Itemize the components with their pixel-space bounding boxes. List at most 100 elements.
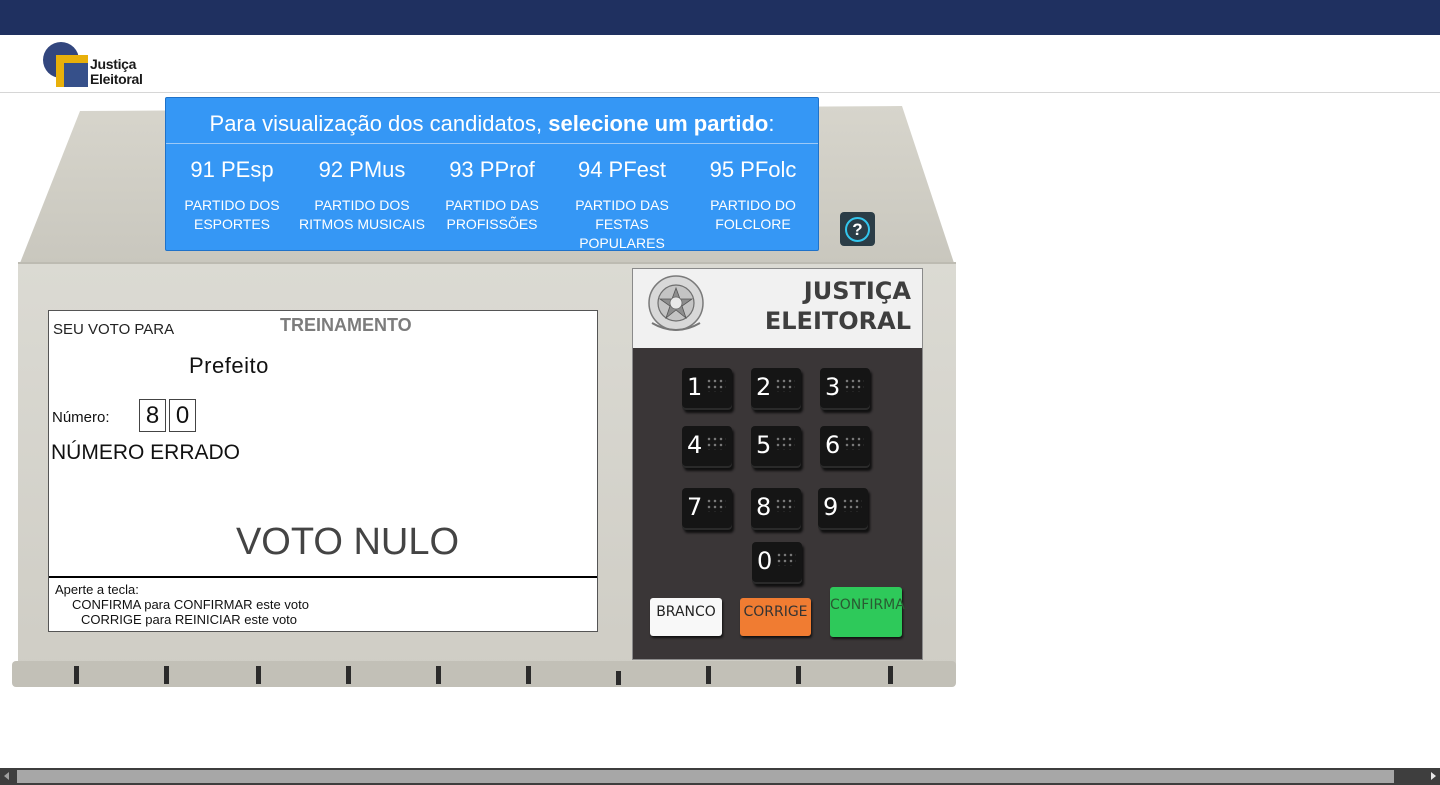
braille-dots [775,378,795,392]
party-option-pmus[interactable]: 92 PMus PARTIDO DOS RITMOS MUSICAIS [297,154,427,234]
vote-for-label: SEU VOTO PARA [53,321,175,338]
key-label: 9 [823,493,839,521]
party-title-prefix: Para visualização dos candidatos, [209,111,549,136]
party-code: 95 PFolc [709,157,797,182]
instruction-line: CONFIRMA para CONFIRMAR este voto [72,597,309,612]
key-label: 7 [687,493,703,521]
party-option-pfest[interactable]: 94 PFest PARTIDO DAS FESTAS POPULARES [557,154,687,253]
key-label: 8 [756,493,772,521]
vent [256,666,261,684]
instruction-line: Aperte a tecla: [55,582,139,597]
party-name-line-2: RITMOS MUSICAIS [298,216,425,232]
scrollbar-thumb[interactable] [17,770,1394,783]
keypad-title-line-2: ELEITORAL [764,307,911,335]
vent [74,666,79,684]
party-name-line-2: ESPORTES [194,216,270,232]
party-selection-panel: Para visualização dos candidatos, seleci… [165,97,819,251]
key-label: 3 [825,373,841,401]
instruction-line: CORRIGE para REINICIAR este voto [81,612,298,627]
key-4[interactable]: 4 [682,426,732,468]
vent [706,666,711,684]
help-button[interactable]: ? [840,212,875,246]
key-5[interactable]: 5 [751,426,801,468]
branco-button[interactable]: BRANCO [650,598,722,636]
key-label: 1 [687,373,703,401]
null-vote-message: VOTO NULO [235,521,460,563]
key-6[interactable]: 6 [820,426,870,468]
voting-screen: SEU VOTO PARA TREINAMENTO Prefeito Númer… [48,310,598,632]
justica-eleitoral-logo[interactable]: Justiça Eleitoral [42,41,152,89]
keypad-title: JUSTIÇA ELEITORAL [741,276,911,336]
site-header: Justiça Eleitoral [0,35,1440,93]
braille-dots [775,498,795,512]
key-8[interactable]: 8 [751,488,801,530]
question-circle-icon: ? [845,217,870,242]
logo-overlay [43,42,79,78]
key-label: 4 [687,431,703,459]
party-title-bold: selecione um partido [548,111,769,136]
party-name-line-1: PARTIDO DAS [445,197,539,213]
wrong-number-message: NÚMERO ERRADO [51,441,241,464]
logo-line-1: Justiça [90,56,137,72]
braille-dots [776,552,796,566]
party-title-suffix: : [768,111,775,136]
office-name: Prefeito [189,353,269,378]
screen-instructions: Aperte a tecla: CONFIRMA para CONFIRMAR … [49,576,597,632]
training-mode-label: TREINAMENTO [280,315,412,335]
party-name-line-2: PROFISSÕES [446,216,538,232]
key-9[interactable]: 9 [818,488,868,530]
party-code: 93 PProf [449,157,535,182]
scroll-right-arrow-icon[interactable] [1431,772,1436,780]
party-name: PARTIDO DAS PROFISSÕES [427,196,557,234]
party-name: PARTIDO DO FOLCLORE [688,196,818,234]
party-option-pfolc[interactable]: 95 PFolc PARTIDO DO FOLCLORE [688,154,818,234]
logo-line-2: Eleitoral [90,71,143,87]
vent [888,666,893,684]
keypad-header: JUSTIÇA ELEITORAL [633,269,922,348]
vent [526,666,531,684]
party-code: 94 PFest [577,157,667,182]
key-label: 2 [756,373,772,401]
braille-dots [842,498,862,512]
key-0[interactable]: 0 [752,542,802,584]
party-option-pprof[interactable]: 93 PProf PARTIDO DAS PROFISSÕES [427,154,557,234]
confirma-button[interactable]: CONFIRMA [830,587,905,637]
horizontal-scrollbar[interactable] [0,768,1440,785]
party-panel-title: Para visualização dos candidatos, seleci… [166,98,818,144]
key-1[interactable]: 1 [682,368,732,410]
vent [436,666,441,684]
urna-bottom-rim [12,661,956,687]
party-name-line-2: FESTAS POPULARES [579,216,665,251]
number-digit-box: 8 [139,399,166,432]
key-7[interactable]: 7 [682,488,732,530]
party-name: PARTIDO DAS FESTAS POPULARES [557,196,687,253]
coat-of-arms-icon [648,275,704,331]
corrige-button[interactable]: CORRIGE [740,598,811,636]
party-code: 91 PEsp [190,157,274,182]
party-name-line-1: PARTIDO DAS [575,197,669,213]
party-name: PARTIDO DOS RITMOS MUSICAIS [297,196,427,234]
vent [616,671,621,685]
top-bar [0,0,1440,35]
key-2[interactable]: 2 [751,368,801,410]
keypad-title-line-1: JUSTIÇA [803,277,911,305]
braille-dots [844,378,864,392]
scroll-left-arrow-icon[interactable] [4,772,9,780]
braille-dots [706,436,726,450]
vent [796,666,801,684]
number-digit-box: 0 [169,399,196,432]
key-label: 0 [757,547,773,575]
party-name-line-1: PARTIDO DOS [184,197,280,213]
party-option-pesp[interactable]: 91 PEsp PARTIDO DOS ESPORTES [167,154,297,234]
key-label: 6 [825,431,841,459]
number-label: Número: [52,409,110,426]
key-3[interactable]: 3 [820,368,870,410]
braille-dots [775,436,795,450]
vent [164,666,169,684]
logo-text: Justiça Eleitoral [90,57,143,87]
vent [346,666,351,684]
party-name-line-1: PARTIDO DOS [314,197,410,213]
party-name-line-2: FOLCLORE [715,216,791,232]
party-name-line-1: PARTIDO DO [710,197,796,213]
key-label: 5 [756,431,772,459]
